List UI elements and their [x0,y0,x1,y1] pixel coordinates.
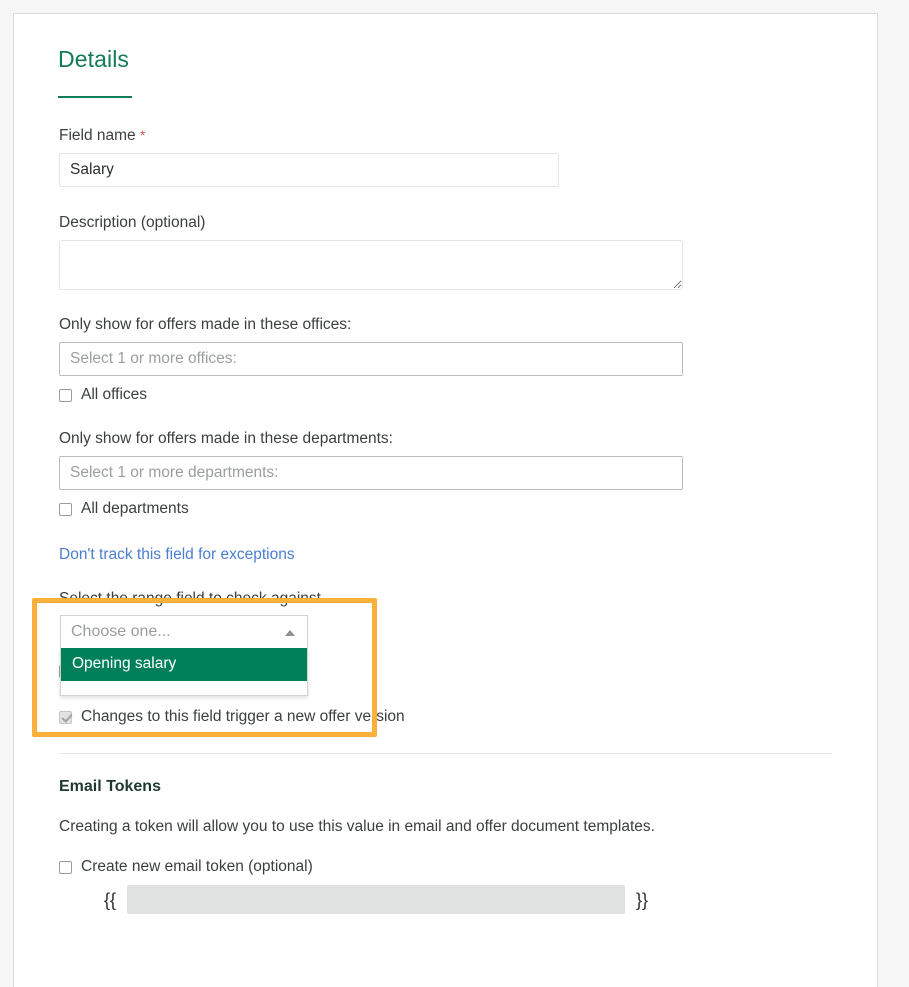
token-brace-open: {{ [104,889,117,910]
range-field-placeholder: Choose one... [71,623,171,640]
section-divider [59,753,832,754]
page-title: Details [58,46,130,72]
create-email-token-row[interactable]: Create new email token (optional) [59,857,845,877]
offices-group: Only show for offers made in these offic… [46,315,845,405]
all-departments-row[interactable]: All departments [59,499,845,519]
all-departments-checkbox[interactable] [59,502,72,516]
description-label: Description (optional) [59,214,206,231]
offices-select-input[interactable] [59,342,683,376]
description-textarea[interactable] [59,240,683,290]
range-field-group: Select the range field to check against … [46,589,845,696]
description-group: Description (optional) [46,213,845,290]
all-departments-label: All departments [81,500,189,517]
email-tokens-group: Email Tokens Creating a token will allow… [46,776,845,914]
range-field-label: Select the range field to check against [59,590,321,607]
all-offices-row[interactable]: All offices [59,385,845,405]
email-token-input-row: {{ }} [104,885,845,914]
departments-select-input[interactable] [59,456,683,490]
all-offices-label: All offices [81,386,148,403]
email-tokens-heading: Email Tokens [59,778,161,795]
departments-label: Only show for offers made in these depar… [59,430,393,447]
details-card-body: Details Field name * Description (option… [14,14,877,914]
email-token-input[interactable] [127,885,626,914]
new-offer-version-label: Changes to this field trigger a new offe… [81,708,405,725]
range-field-select[interactable]: Choose one... [60,615,308,648]
chevron-up-icon[interactable] [285,630,295,636]
range-field-option-opening-salary[interactable]: Opening salary [61,648,307,681]
email-tokens-description: Creating a token will allow you to use t… [59,818,655,835]
required-asterisk-icon: * [140,127,146,143]
new-offer-version-row: Changes to this field trigger a new offe… [59,707,845,727]
dont-track-exceptions-link[interactable]: Don't track this field for exceptions [59,545,295,565]
token-brace-close: }} [636,889,649,910]
title-underline-rule [58,96,132,98]
field-name-label-text: Field name [59,127,136,144]
range-field-dropdown-menu: Opening salary [60,648,308,696]
page-root: Details Field name * Description (option… [0,0,909,987]
all-offices-checkbox[interactable] [59,388,72,402]
field-name-input[interactable] [59,153,559,187]
offices-label: Only show for offers made in these offic… [59,316,352,333]
range-field-select-wrap: Choose one... Opening salary [60,615,308,696]
new-offer-version-checkbox [59,710,72,724]
field-name-group: Field name * [46,125,845,187]
create-email-token-label: Create new email token (optional) [81,858,313,875]
exceptions-link-row: Don't track this field for exceptions [46,545,845,565]
departments-group: Only show for offers made in these depar… [46,429,845,519]
details-card: Details Field name * Description (option… [13,13,878,987]
create-email-token-checkbox[interactable] [59,860,72,874]
field-name-label: Field name * [59,125,845,146]
